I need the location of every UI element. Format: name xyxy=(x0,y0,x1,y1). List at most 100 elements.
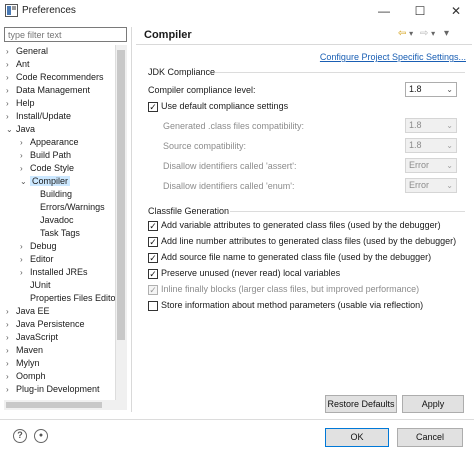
ok-button[interactable]: OK xyxy=(325,428,389,447)
tree-scrollbar-thumb[interactable] xyxy=(117,50,125,340)
tree-item-data-management[interactable]: › Data Management xyxy=(6,84,90,97)
tree-item-javadoc[interactable]: Javadoc xyxy=(40,214,74,227)
expand-arrow-icon[interactable]: › xyxy=(6,97,16,110)
expand-arrow-icon[interactable]: › xyxy=(20,162,30,175)
expand-arrow-icon[interactable]: › xyxy=(20,240,30,253)
preserve-unused-locals-label: Preserve unused (never read) local varia… xyxy=(161,268,341,278)
class-files-compat-label: Generated .class files compatibility: xyxy=(163,121,305,131)
chevron-down-icon: ⌄ xyxy=(446,181,453,190)
expand-arrow-icon[interactable]: › xyxy=(6,357,16,370)
compliance-level-select[interactable]: 1.8 ⌄ xyxy=(405,82,457,97)
source-file-name-label: Add source file name to generated class … xyxy=(161,252,432,262)
expand-arrow-icon[interactable]: › xyxy=(6,305,16,318)
tree-item-javascript[interactable]: › JavaScript xyxy=(6,331,58,344)
group-separator xyxy=(215,72,465,73)
variable-attributes-label: Add variable attributes to generated cla… xyxy=(161,220,441,230)
tree-item-errors-warnings[interactable]: Errors/Warnings xyxy=(40,201,105,214)
tree-item-install-update[interactable]: › Install/Update xyxy=(6,110,71,123)
expand-arrow-icon[interactable]: › xyxy=(6,370,16,383)
assert-identifiers-label: Disallow identifiers called 'assert': xyxy=(163,161,297,171)
use-default-compliance-label: Use default compliance settings xyxy=(161,101,289,111)
compliance-level-label: Compiler compliance level: xyxy=(148,85,256,95)
group-separator xyxy=(230,211,465,212)
panel-divider[interactable] xyxy=(131,27,132,412)
footer-separator xyxy=(0,419,474,420)
classfile-generation-group-label: Classfile Generation xyxy=(148,206,230,216)
tree-item-appearance[interactable]: › Appearance xyxy=(20,136,79,149)
use-default-compliance-checkbox[interactable]: ✓ xyxy=(148,102,158,112)
source-file-name-checkbox[interactable]: ✓ xyxy=(148,253,158,263)
source-compat-label: Source compatibility: xyxy=(163,141,247,151)
forward-menu-icon[interactable]: ▾ xyxy=(431,29,435,38)
tree-item-properties-files-editor[interactable]: Properties Files Edito xyxy=(30,292,116,305)
help-icon[interactable]: ? xyxy=(13,429,27,443)
method-parameters-checkbox[interactable] xyxy=(148,301,158,311)
tree-item-general[interactable]: › General xyxy=(6,45,48,58)
preserve-unused-locals-checkbox[interactable]: ✓ xyxy=(148,269,158,279)
restore-defaults-button[interactable]: Restore Defaults xyxy=(325,395,397,413)
line-number-attributes-checkbox[interactable]: ✓ xyxy=(148,237,158,247)
tree-item-installed-jres[interactable]: › Installed JREs xyxy=(20,266,88,279)
expand-arrow-icon[interactable]: › xyxy=(20,253,30,266)
configure-project-settings-link[interactable]: Configure Project Specific Settings... xyxy=(320,52,466,62)
filter-input[interactable] xyxy=(4,27,127,42)
tree-item-junit[interactable]: JUnit xyxy=(30,279,51,292)
expand-arrow-icon[interactable]: › xyxy=(6,318,16,331)
inline-finally-checkbox[interactable]: ✓ xyxy=(148,285,158,295)
cancel-button[interactable]: Cancel xyxy=(397,428,463,447)
apply-button[interactable]: Apply xyxy=(402,395,464,413)
expand-arrow-icon[interactable]: › xyxy=(6,58,16,71)
expand-arrow-icon[interactable]: › xyxy=(6,344,16,357)
tree-item-oomph[interactable]: › Oomph xyxy=(6,370,46,383)
preferences-app-icon xyxy=(5,4,18,17)
expand-arrow-icon[interactable]: › xyxy=(20,136,30,149)
tree-item-editor[interactable]: › Editor xyxy=(20,253,54,266)
enum-identifiers-select[interactable]: Error ⌄ xyxy=(405,178,457,193)
tree-item-task-tags[interactable]: Task Tags xyxy=(40,227,80,240)
preference-tree: › General › Ant › Code Recommenders › Data M… xyxy=(4,45,126,400)
tree-item-code-style[interactable]: › Code Style xyxy=(20,162,74,175)
expand-arrow-icon[interactable]: › xyxy=(6,110,16,123)
tree-item-code-recommenders[interactable]: › Code Recommenders xyxy=(6,71,104,84)
maximize-icon[interactable]: ☐ xyxy=(402,0,438,22)
tree-item-help[interactable]: › Help xyxy=(6,97,35,110)
tree-item-java-ee[interactable]: › Java EE xyxy=(6,305,50,318)
tree-item-mylyn[interactable]: › Mylyn xyxy=(6,357,40,370)
tree-item-debug[interactable]: › Debug xyxy=(20,240,57,253)
expand-arrow-icon[interactable]: › xyxy=(6,71,16,84)
expand-arrow-icon[interactable]: › xyxy=(6,84,16,97)
view-menu-icon[interactable]: ▾ xyxy=(444,28,449,39)
expand-arrow-icon[interactable]: › xyxy=(20,266,30,279)
tree-item-ant[interactable]: › Ant xyxy=(6,58,30,71)
tree-item-java[interactable]: ⌄ Java xyxy=(6,123,35,136)
tree-item-build-path[interactable]: › Build Path xyxy=(20,149,71,162)
tree-item-compiler[interactable]: ⌄ Compiler xyxy=(20,175,71,188)
forward-icon[interactable]: ⇨ xyxy=(420,28,428,39)
expand-arrow-icon[interactable]: › xyxy=(6,331,16,344)
variable-attributes-checkbox[interactable]: ✓ xyxy=(148,221,158,231)
chevron-down-icon: ⌄ xyxy=(446,85,453,94)
chevron-down-icon: ⌄ xyxy=(446,121,453,130)
tree-horizontal-scrollbar-thumb[interactable] xyxy=(6,402,102,408)
tree-item-java-persistence[interactable]: › Java Persistence xyxy=(6,318,85,331)
tree-item-building[interactable]: Building xyxy=(40,188,72,201)
import-export-preferences-icon[interactable]: ● xyxy=(34,429,48,443)
collapse-arrow-icon[interactable]: ⌄ xyxy=(6,123,16,136)
expand-arrow-icon[interactable]: › xyxy=(6,45,16,58)
back-icon[interactable]: ⇦ xyxy=(398,28,406,39)
tree-item-maven[interactable]: › Maven xyxy=(6,344,43,357)
close-icon[interactable]: ✕ xyxy=(438,0,474,22)
class-files-compat-select[interactable]: 1.8 ⌄ xyxy=(405,118,457,133)
chevron-down-icon: ⌄ xyxy=(446,161,453,170)
collapse-arrow-icon[interactable]: ⌄ xyxy=(20,175,30,188)
page-title: Compiler xyxy=(144,29,192,41)
source-compat-select[interactable]: 1.8 ⌄ xyxy=(405,138,457,153)
back-menu-icon[interactable]: ▾ xyxy=(409,29,413,38)
minimize-icon[interactable]: — xyxy=(366,0,402,22)
tree-item-plugin-development[interactable]: › Plug-in Development xyxy=(6,383,100,396)
assert-identifiers-select[interactable]: Error ⌄ xyxy=(405,158,457,173)
enum-identifiers-label: Disallow identifiers called 'enum': xyxy=(163,181,295,191)
header-separator xyxy=(136,44,472,45)
expand-arrow-icon[interactable]: › xyxy=(20,149,30,162)
expand-arrow-icon[interactable]: › xyxy=(6,383,16,396)
